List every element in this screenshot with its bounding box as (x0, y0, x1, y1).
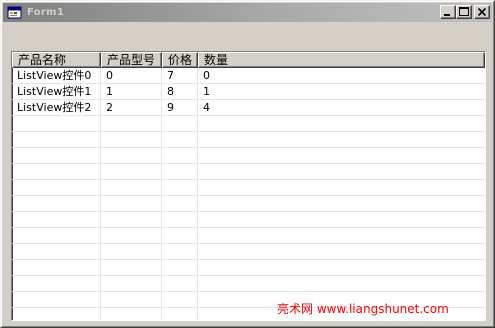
gridline-horizontal (12, 163, 485, 164)
table-row-1-product-name[interactable]: ListView控件1 (12, 84, 100, 99)
gridline-horizontal (12, 131, 485, 132)
site-watermark: 亮术网 www.liangshunet.com (277, 302, 449, 316)
table-row-2-price[interactable]: 9 (162, 100, 197, 115)
listview-body: ListView控件0 0 7 0 ListView控件1 1 8 1 List… (12, 68, 485, 320)
gridline-horizontal (12, 147, 485, 148)
maximize-icon (459, 7, 469, 16)
column-header-product-model[interactable]: 产品型号 (101, 52, 162, 68)
gridline-horizontal (12, 291, 485, 292)
table-row-2-quantity[interactable]: 4 (198, 100, 278, 115)
table-row-1-quantity[interactable]: 1 (198, 84, 278, 99)
table-row-0-quantity[interactable]: 0 (198, 68, 278, 83)
gridline-horizontal (12, 259, 485, 260)
table-row-0-product-name[interactable]: ListView控件0 (12, 68, 100, 83)
gridline-horizontal (12, 115, 485, 116)
table-row-0-price[interactable]: 7 (162, 68, 197, 83)
gridline-horizontal (12, 211, 485, 212)
titlebar[interactable]: Form1 (3, 3, 492, 22)
close-button[interactable] (474, 5, 490, 19)
gridline-horizontal (12, 195, 485, 196)
app-form-icon[interactable] (7, 5, 22, 20)
gridline-horizontal (12, 179, 485, 180)
maximize-button[interactable] (456, 5, 472, 19)
listview-header: 产品名称 产品型号 价格 数量 (12, 52, 485, 68)
gridline-horizontal (12, 227, 485, 228)
gridline-horizontal (12, 243, 485, 244)
product-listview[interactable]: 产品名称 产品型号 价格 数量 ListView控件0 0 7 0 ListVi… (11, 51, 486, 321)
table-row-2-product-model[interactable]: 2 (101, 100, 161, 115)
minimize-button[interactable] (440, 5, 456, 19)
column-header-price[interactable]: 价格 (162, 52, 198, 68)
form1-window: Form1 产品名称 产品型号 价格 数量 ListView控件0 0 7 0 … (0, 0, 495, 328)
window-title: Form1 (27, 7, 65, 18)
table-row-2-product-name[interactable]: ListView控件2 (12, 100, 100, 115)
close-icon (477, 7, 487, 17)
column-header-product-name[interactable]: 产品名称 (12, 52, 101, 68)
table-row-1-product-model[interactable]: 1 (101, 84, 161, 99)
gridline-horizontal (12, 275, 485, 276)
minimize-icon (444, 14, 450, 16)
column-header-quantity[interactable]: 数量 (198, 52, 485, 68)
table-row-1-price[interactable]: 8 (162, 84, 197, 99)
table-row-0-product-model[interactable]: 0 (101, 68, 161, 83)
